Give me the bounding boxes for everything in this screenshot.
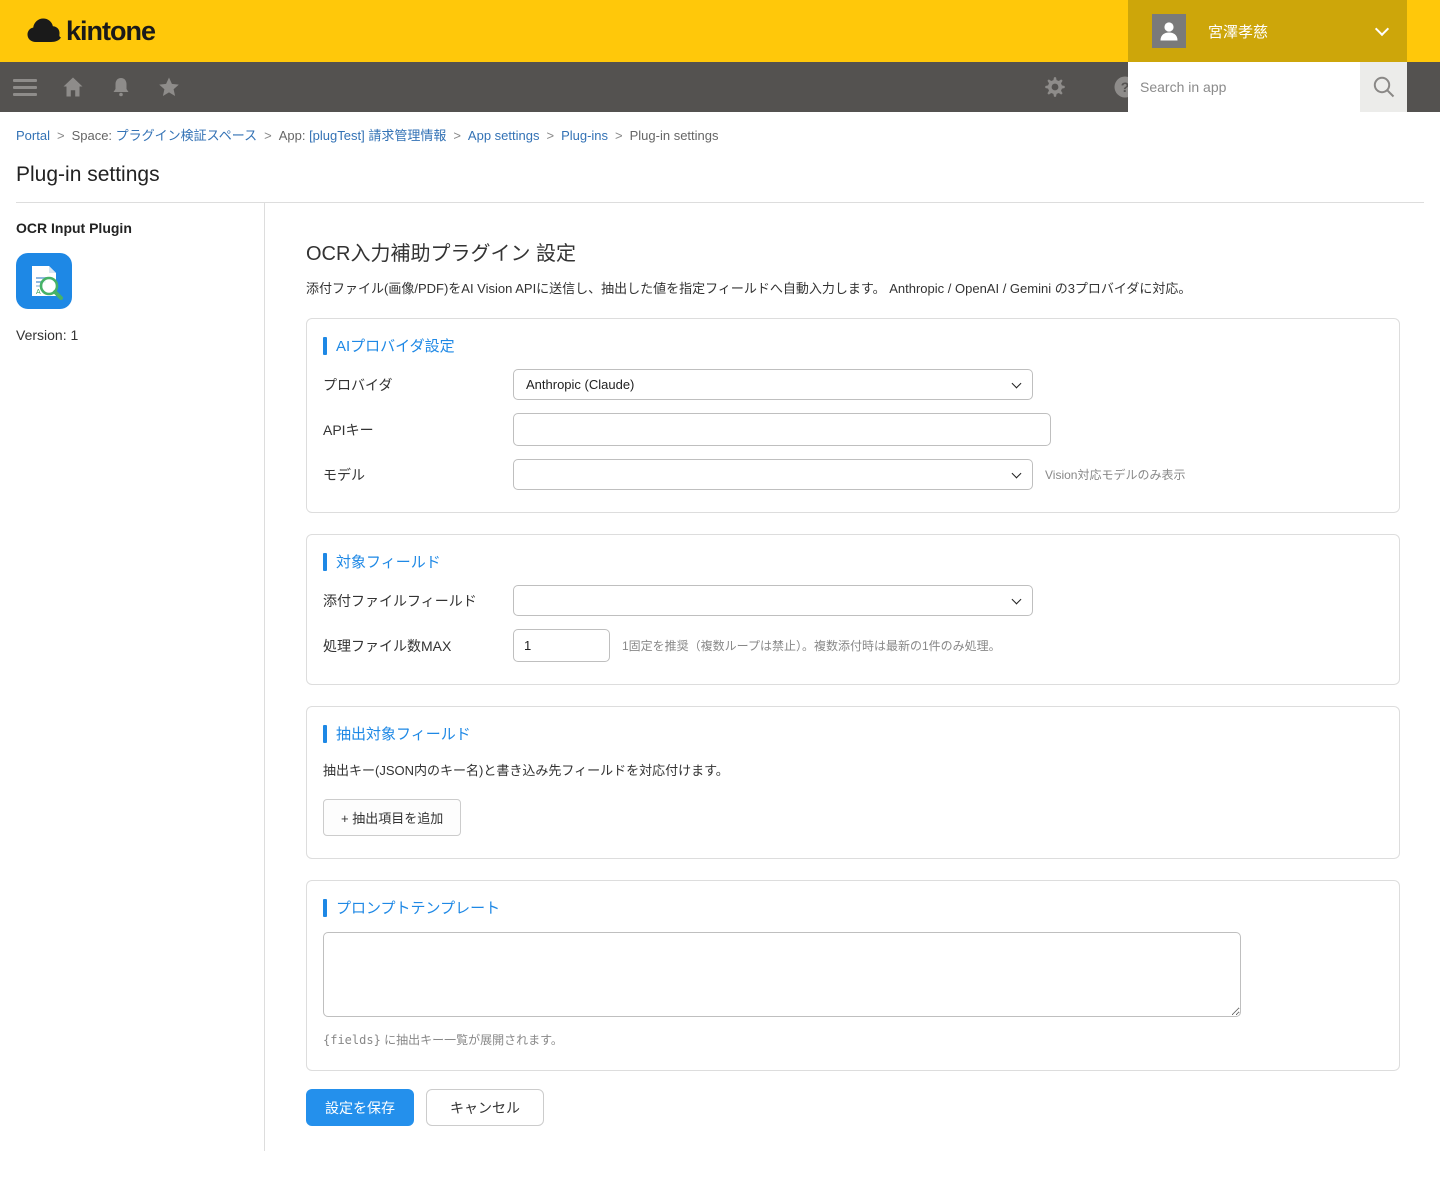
- plugin-settings-description: 添付ファイル(画像/PDF)をAI Vision APIに送信し、抽出した値を指…: [306, 280, 1400, 297]
- chevron-down-icon: [1012, 379, 1022, 389]
- logo-text: kintone: [66, 16, 155, 47]
- section-title-row: AIプロバイダ設定: [323, 335, 1383, 356]
- plugin-settings-main: OCR入力補助プラグイン 設定 添付ファイル(画像/PDF)をAI Vision…: [265, 203, 1440, 1151]
- svg-text:A: A: [36, 289, 41, 296]
- add-extract-item-button[interactable]: + 抽出項目を追加: [323, 799, 461, 836]
- search-icon: [1371, 74, 1397, 100]
- accent-bar: [323, 899, 327, 917]
- prompt-note-text: に抽出キー一覧が展開されます。: [381, 1033, 563, 1047]
- breadcrumb-space[interactable]: プラグイン検証スペース: [116, 128, 257, 143]
- section-ai-provider: AIプロバイダ設定 プロバイダ Anthropic (Claude) APIキー…: [306, 318, 1400, 513]
- cancel-button[interactable]: キャンセル: [426, 1089, 544, 1126]
- accent-bar: [323, 553, 327, 571]
- file-field-label: 添付ファイルフィールド: [323, 591, 513, 611]
- breadcrumb-app-settings[interactable]: App settings: [468, 128, 540, 143]
- max-files-note: 1固定を推奨（複数ループは禁止）。複数添付時は最新の1件のみ処理。: [622, 637, 1001, 654]
- document-magnifier-icon: A: [16, 253, 72, 309]
- breadcrumb-current: Plug-in settings: [630, 128, 719, 143]
- breadcrumb-app-prefix: App:: [279, 128, 309, 143]
- section-title: 対象フィールド: [336, 551, 441, 572]
- section-prompt-template: プロンプトテンプレート {fields} に抽出キー一覧が展開されます。: [306, 880, 1400, 1071]
- section-title: プロンプトテンプレート: [336, 897, 500, 918]
- breadcrumb-space-prefix: Space:: [72, 128, 116, 143]
- section-title-row: 抽出対象フィールド: [323, 723, 1383, 744]
- breadcrumb-plugins[interactable]: Plug-ins: [561, 128, 608, 143]
- cloud-icon: [26, 16, 62, 46]
- app-search: [1128, 62, 1360, 112]
- breadcrumb-app[interactable]: [plugTest] 請求管理情報: [309, 128, 446, 143]
- section-extract-fields: 抽出対象フィールド 抽出キー(JSON内のキー名)と書き込み先フィールドを対応付…: [306, 706, 1400, 859]
- hamburger-menu-icon[interactable]: [12, 74, 38, 100]
- gear-icon[interactable]: [1042, 74, 1068, 100]
- prompt-note-code: {fields}: [323, 1033, 381, 1047]
- chevron-down-icon: [1012, 595, 1022, 605]
- content-area: OCR Input Plugin A Version: 1 OCR入力補助プラグ…: [0, 203, 1440, 1151]
- api-key-input[interactable]: [513, 413, 1051, 446]
- global-nav: ?: [0, 62, 1440, 112]
- max-files-label: 処理ファイル数MAX: [323, 636, 513, 656]
- model-note: Vision対応モデルのみ表示: [1045, 466, 1185, 483]
- notification-bell-icon[interactable]: [108, 74, 134, 100]
- section-target-fields: 対象フィールド 添付ファイルフィールド 処理ファイル数MAX 1固定を推奨（複数…: [306, 534, 1400, 685]
- provider-label: プロバイダ: [323, 375, 513, 395]
- max-files-input[interactable]: [513, 629, 610, 662]
- plugin-sidebar: OCR Input Plugin A Version: 1: [0, 203, 265, 1151]
- favorites-star-icon[interactable]: [156, 74, 182, 100]
- section-title: AIプロバイダ設定: [336, 335, 455, 356]
- accent-bar: [323, 725, 327, 743]
- avatar-person-icon: [1157, 19, 1181, 43]
- footer-actions: 設定を保存 キャンセル: [306, 1089, 1400, 1126]
- kintone-logo[interactable]: kintone: [26, 16, 155, 47]
- section-title-row: 対象フィールド: [323, 551, 1383, 572]
- extract-description: 抽出キー(JSON内のキー名)と書き込み先フィールドを対応付けます。: [323, 760, 1383, 779]
- save-settings-button[interactable]: 設定を保存: [306, 1089, 414, 1126]
- plugin-settings-title: OCR入力補助プラグイン 設定: [306, 237, 1400, 266]
- api-key-label: APIキー: [323, 420, 513, 440]
- user-name: 宮澤孝慈: [1208, 21, 1268, 42]
- prompt-note: {fields} に抽出キー一覧が展開されます。: [323, 1031, 1383, 1048]
- plugin-version: Version: 1: [16, 327, 248, 343]
- user-menu[interactable]: 宮澤孝慈: [1128, 0, 1407, 62]
- section-title: 抽出対象フィールド: [336, 723, 471, 744]
- avatar: [1152, 14, 1186, 48]
- accent-bar: [323, 337, 327, 355]
- search-button[interactable]: [1360, 62, 1407, 112]
- chevron-down-icon: [1375, 21, 1389, 35]
- prompt-template-textarea[interactable]: [323, 932, 1241, 1017]
- file-field-select[interactable]: [513, 585, 1033, 616]
- breadcrumb-portal[interactable]: Portal: [16, 128, 50, 143]
- model-select[interactable]: [513, 459, 1033, 490]
- plugin-name: OCR Input Plugin: [16, 220, 248, 236]
- provider-select[interactable]: Anthropic (Claude): [513, 369, 1033, 400]
- search-input[interactable]: [1128, 62, 1360, 112]
- home-icon[interactable]: [60, 74, 86, 100]
- breadcrumb: Portal>Space: プラグイン検証スペース>App: [plugTest…: [0, 112, 1440, 144]
- section-title-row: プロンプトテンプレート: [323, 897, 1383, 918]
- chevron-down-icon: [1012, 469, 1022, 479]
- model-label: モデル: [323, 465, 513, 485]
- app-header: kintone 宮澤孝慈: [0, 0, 1440, 62]
- provider-select-value: Anthropic (Claude): [526, 377, 634, 392]
- page-title: Plug-in settings: [16, 163, 1440, 187]
